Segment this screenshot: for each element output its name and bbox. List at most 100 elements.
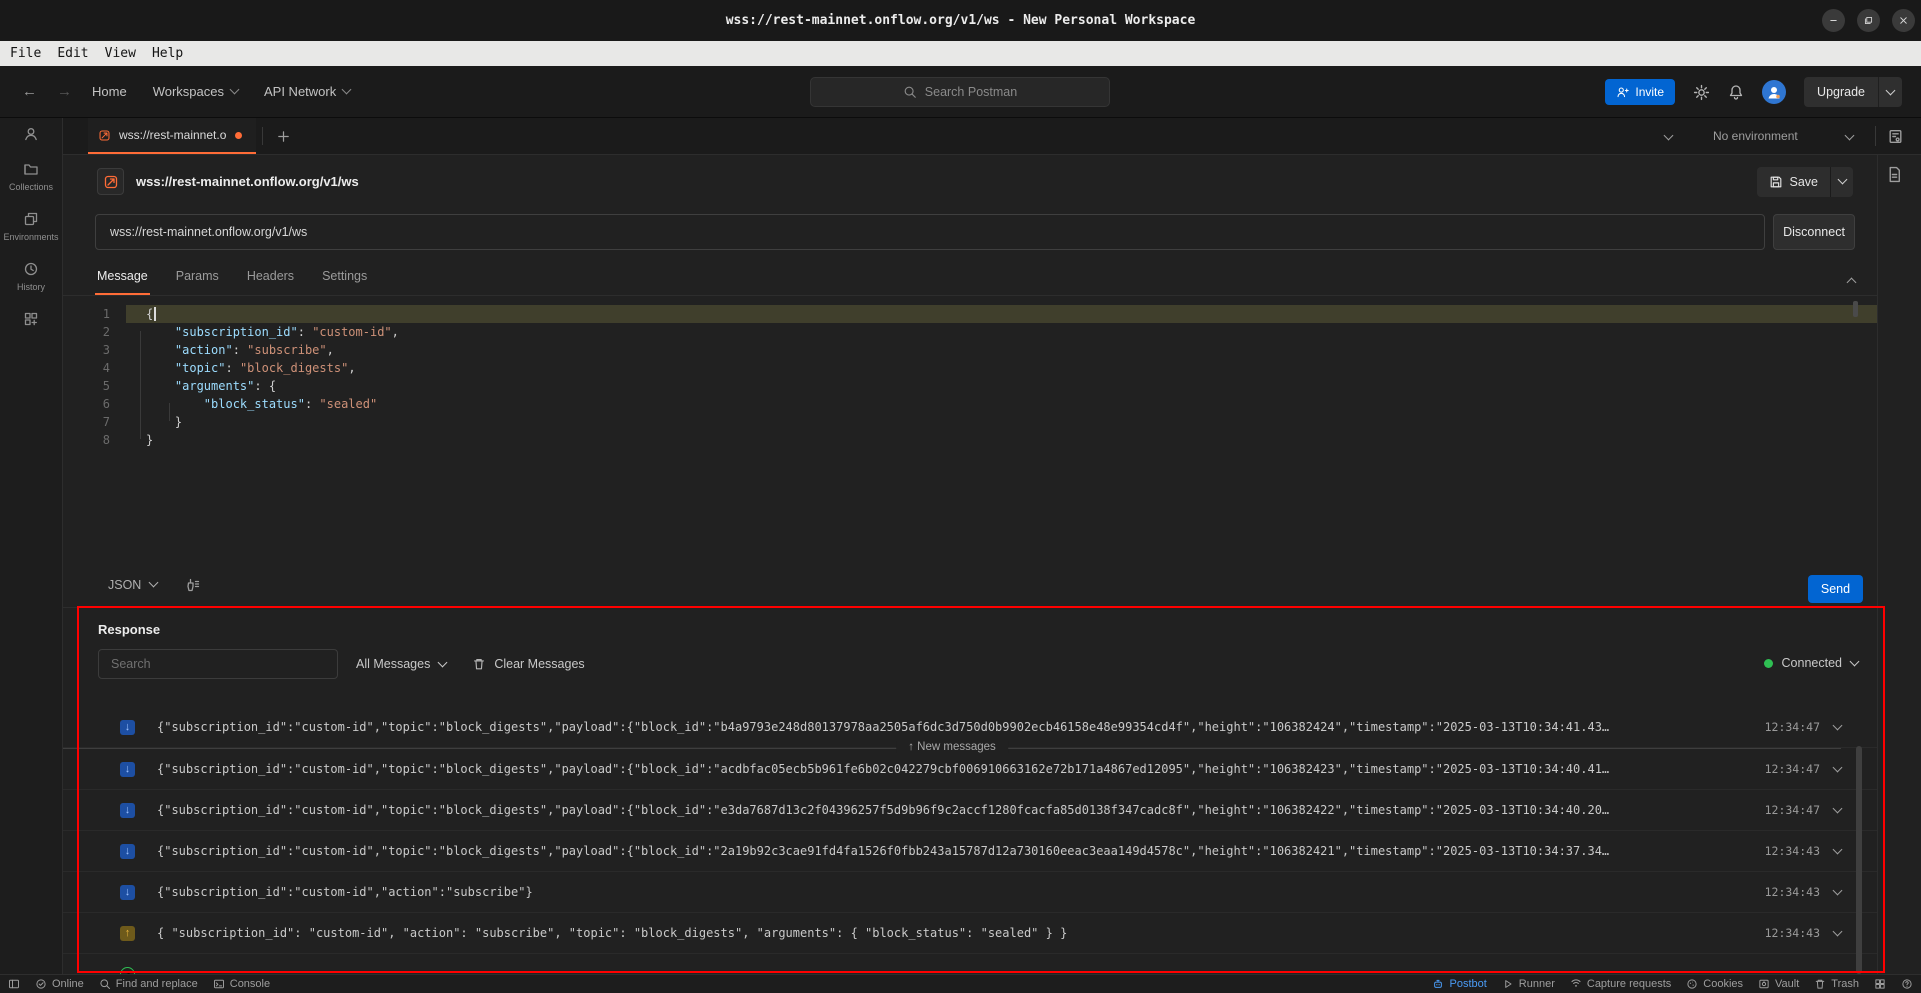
message-row-received[interactable]: ↓{"subscription_id":"custom-id","topic":…	[63, 831, 1877, 872]
unsaved-dot-icon	[235, 132, 242, 139]
line-number: 4	[63, 359, 126, 377]
tab-overflow-chevron[interactable]	[1665, 129, 1672, 144]
line-number: 8	[63, 431, 126, 449]
vault-icon	[1758, 978, 1770, 990]
tab-divider	[262, 127, 263, 145]
environment-chevron[interactable]	[1846, 129, 1853, 144]
active-request-tab[interactable]: wss://rest-mainnet.onflo	[88, 118, 256, 154]
nav-api-network[interactable]: API Network	[264, 84, 350, 99]
nav-home[interactable]: Home	[92, 84, 127, 99]
format-selector[interactable]: JSON	[108, 578, 157, 592]
tab-settings[interactable]: Settings	[320, 258, 369, 295]
collapse-editor-chevron[interactable]	[1848, 272, 1901, 287]
documentation-icon[interactable]	[1886, 166, 1903, 183]
sidebar-item-add-blocks[interactable]	[23, 311, 39, 327]
upgrade-button[interactable]: Upgrade	[1804, 77, 1879, 107]
editor-line[interactable]: 6 "block_status": "sealed"	[63, 395, 1877, 413]
menu-view[interactable]: View	[97, 46, 144, 61]
tab-message[interactable]: Message	[95, 258, 150, 295]
add-blocks-icon	[23, 311, 39, 327]
status-help[interactable]	[1901, 978, 1913, 990]
menu-help[interactable]: Help	[144, 46, 191, 61]
forward-arrow-icon[interactable]: →	[57, 83, 72, 100]
message-row-received[interactable]: ↓{"subscription_id":"custom-id","topic":…	[63, 749, 1877, 790]
global-search[interactable]: Search Postman	[810, 77, 1110, 107]
line-number: 1	[63, 305, 126, 323]
editor-line[interactable]: 7 }	[63, 413, 1877, 431]
message-row-received[interactable]: ↓{"subscription_id":"custom-id","action"…	[63, 872, 1877, 913]
status-postbot[interactable]: Postbot	[1432, 978, 1486, 990]
status-label: Cookies	[1703, 978, 1743, 990]
status-cookies[interactable]: Cookies	[1686, 978, 1743, 990]
menu-edit[interactable]: Edit	[49, 46, 96, 61]
message-row-received[interactable]: ↓{"subscription_id":"custom-id","topic":…	[63, 790, 1877, 831]
beautify-icon[interactable]	[185, 577, 201, 593]
expand-chevron-icon[interactable]	[1833, 720, 1843, 730]
notifications-bell-icon[interactable]	[1728, 84, 1744, 100]
status-find-and-replace[interactable]: Find and replace	[99, 978, 198, 990]
expand-chevron-icon[interactable]	[1833, 844, 1843, 854]
message-text: { "subscription_id": "custom-id", "actio…	[157, 926, 1747, 940]
message-filter-dropdown[interactable]: All Messages	[356, 657, 446, 671]
status-grid[interactable]	[1874, 978, 1886, 990]
expand-chevron-icon[interactable]	[1833, 762, 1843, 772]
minimize-button[interactable]	[1822, 9, 1845, 32]
sidebar-item-collections[interactable]: Collections	[9, 161, 53, 192]
editor-line[interactable]: 3 "action": "subscribe",	[63, 341, 1877, 359]
response-panel: Response All Messages Clear Messages Con…	[63, 607, 1877, 974]
clear-messages-button[interactable]: Clear Messages	[472, 657, 584, 671]
status-online[interactable]: Online	[35, 978, 84, 990]
tab-params[interactable]: Params	[174, 258, 221, 295]
save-button[interactable]: Save	[1757, 167, 1832, 197]
tab-headers[interactable]: Headers	[245, 258, 296, 295]
status-console[interactable]: Console	[213, 978, 270, 990]
invite-button[interactable]: Invite	[1605, 79, 1675, 105]
editor-line[interactable]: 8}	[63, 431, 1877, 449]
upgrade-dropdown[interactable]	[1879, 77, 1902, 107]
runner-icon	[1502, 978, 1514, 990]
new-tab-button[interactable]	[276, 129, 291, 144]
close-button[interactable]	[1892, 9, 1915, 32]
send-button[interactable]: Send	[1808, 575, 1863, 603]
person-plus-icon	[1616, 86, 1629, 99]
sidebar-item-user[interactable]	[23, 126, 39, 142]
menu-file[interactable]: File	[2, 46, 49, 61]
editor-line[interactable]: 5 "arguments": {	[63, 377, 1877, 395]
url-input[interactable]	[95, 214, 1765, 250]
message-row-connected[interactable]	[63, 954, 1877, 974]
message-editor[interactable]: 1{2 "subscription_id": "custom-id",3 "ac…	[63, 297, 1877, 562]
grid-icon	[1874, 978, 1886, 990]
expand-chevron-icon[interactable]	[1833, 926, 1843, 936]
request-subtabs: Message Params Headers Settings	[63, 258, 1877, 296]
new-messages-label[interactable]: ↑ New messages	[896, 741, 1008, 753]
response-scrollbar[interactable]	[1856, 746, 1862, 974]
status-label: Online	[52, 978, 84, 990]
environment-selector[interactable]: No environment	[1713, 129, 1798, 143]
environment-quick-look-icon[interactable]	[1887, 128, 1904, 145]
status-runner[interactable]: Runner	[1502, 978, 1555, 990]
nav-workspaces[interactable]: Workspaces	[153, 84, 238, 99]
help-icon	[1901, 978, 1913, 990]
status-capture-requests[interactable]: Capture requests	[1570, 978, 1671, 990]
expand-chevron-icon[interactable]	[1833, 803, 1843, 813]
editor-line[interactable]: 2 "subscription_id": "custom-id",	[63, 323, 1877, 341]
status-vault[interactable]: Vault	[1758, 978, 1799, 990]
user-avatar[interactable]	[1762, 80, 1786, 104]
sidebar-item-history[interactable]: History	[17, 261, 45, 292]
response-search-input[interactable]	[98, 649, 338, 679]
editor-line[interactable]: 4 "topic": "block_digests",	[63, 359, 1877, 377]
editor-scrollbar[interactable]	[1853, 301, 1858, 317]
back-arrow-icon[interactable]: ←	[22, 83, 37, 100]
disconnect-button[interactable]: Disconnect	[1773, 214, 1855, 250]
status-panel[interactable]	[8, 978, 20, 990]
status-trash[interactable]: Trash	[1814, 978, 1859, 990]
sidebar-item-environments[interactable]: Environments	[3, 211, 58, 242]
expand-chevron-icon[interactable]	[1833, 885, 1843, 895]
save-dropdown[interactable]	[1831, 167, 1853, 197]
settings-gear-icon[interactable]	[1693, 84, 1710, 101]
connection-status[interactable]: Connected	[1764, 656, 1858, 670]
message-row-sent[interactable]: ↑{ "subscription_id": "custom-id", "acti…	[63, 913, 1877, 954]
line-number: 6	[63, 395, 126, 413]
maximize-button[interactable]	[1857, 9, 1880, 32]
editor-line[interactable]: 1{	[63, 305, 1877, 323]
